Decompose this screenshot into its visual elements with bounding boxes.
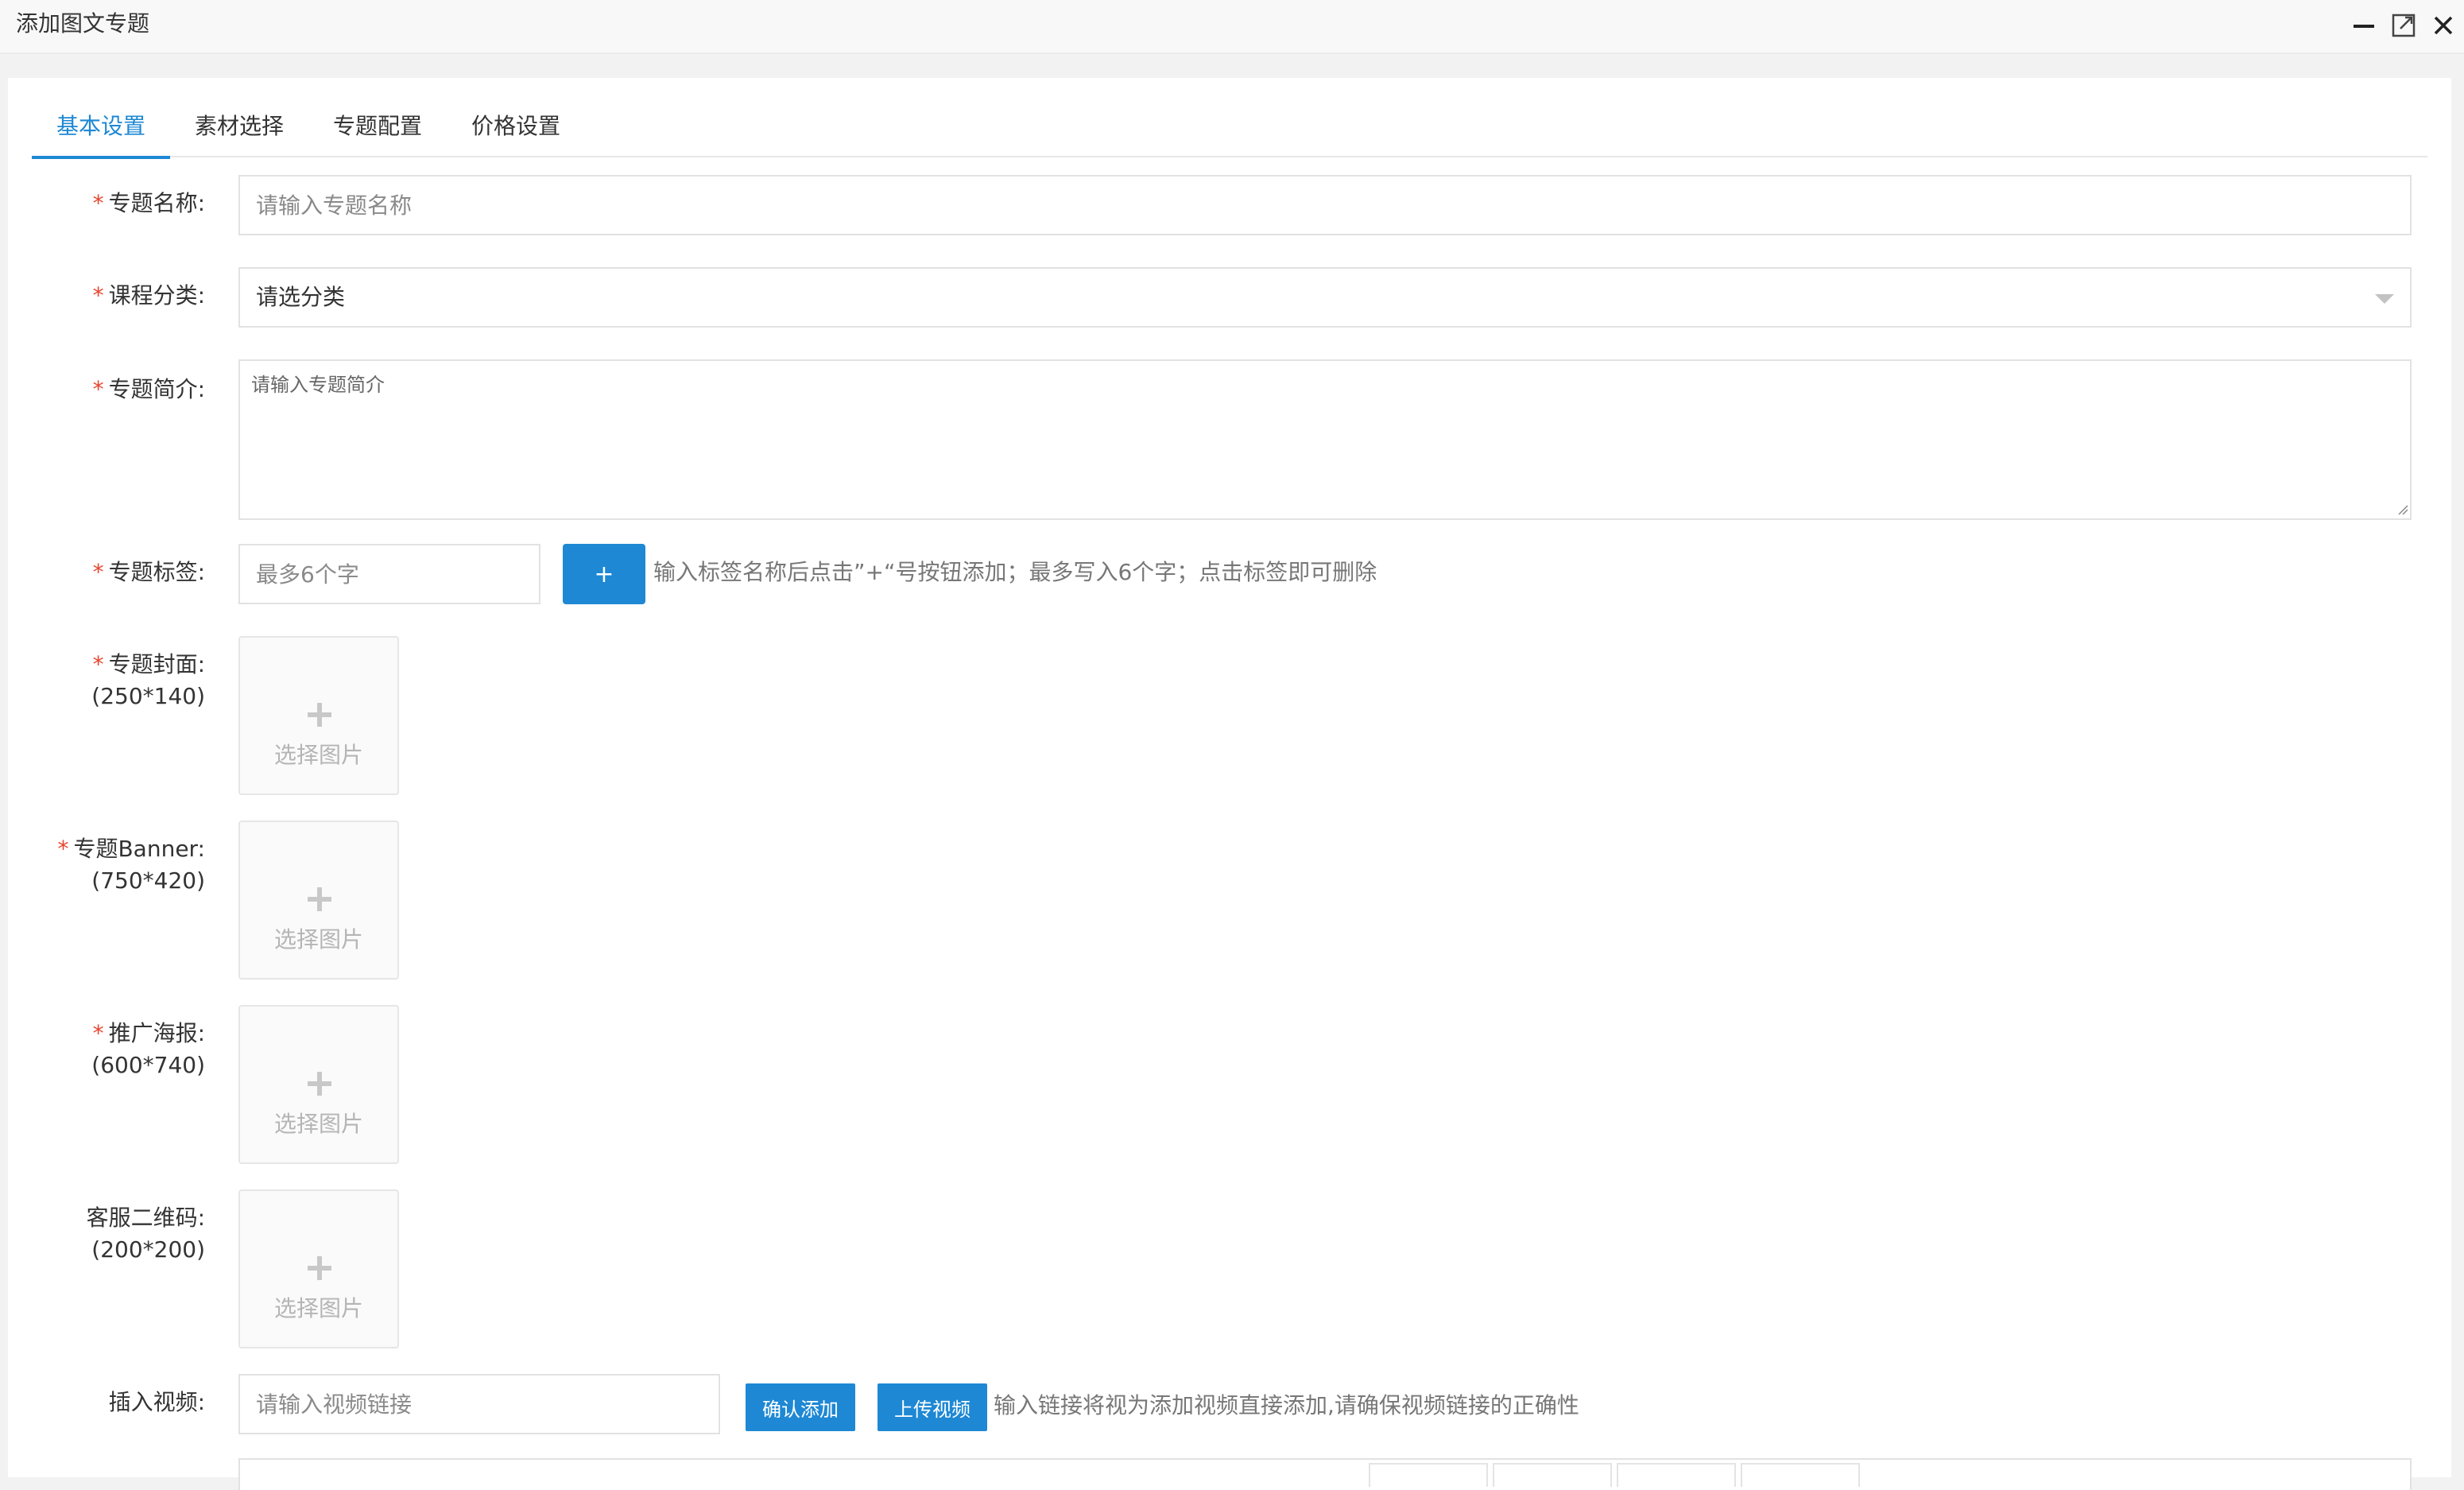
rich-text-editor[interactable]: [238, 1458, 2412, 1490]
plus-icon: [308, 1256, 331, 1280]
intro-textarea[interactable]: [238, 359, 2412, 520]
resize-grip-icon[interactable]: [2397, 504, 2408, 515]
editor-toolbar-control[interactable]: [1617, 1463, 1736, 1487]
category-label: * 课程分类:: [92, 282, 205, 308]
editor-toolbar-control[interactable]: [1493, 1463, 1612, 1487]
poster-image-uploader[interactable]: 选择图片: [238, 1005, 399, 1164]
video-label: 插入视频:: [108, 1389, 205, 1415]
close-icon[interactable]: [2429, 11, 2458, 40]
upload-text: 选择图片: [273, 926, 363, 953]
video-hint: 输入链接将视为添加视频直接添加,请确保视频链接的正确性: [994, 1392, 1579, 1418]
editor-toolbar-control[interactable]: [1369, 1463, 1488, 1487]
video-link-input[interactable]: [238, 1374, 720, 1434]
tab-basic-settings[interactable]: 基本设置: [32, 108, 170, 159]
minimize-icon[interactable]: [2350, 11, 2378, 40]
qrcode-label: 客服二维码: (200*200): [86, 1205, 205, 1263]
maximize-icon[interactable]: [2389, 11, 2418, 40]
plus-icon: [308, 1072, 331, 1096]
category-select[interactable]: 请选分类: [238, 267, 2412, 328]
upload-text: 选择图片: [273, 1295, 363, 1321]
topic-name-label: * 专题名称:: [92, 190, 205, 216]
required-mark: *: [57, 836, 69, 862]
tab-price-settings[interactable]: 价格设置: [447, 108, 585, 157]
window-title-bar: 添加图文专题: [0, 0, 2464, 54]
required-mark: *: [92, 376, 104, 402]
upload-text: 选择图片: [273, 1111, 363, 1137]
window-title: 添加图文专题: [16, 10, 150, 37]
intro-label: * 专题简介:: [92, 376, 205, 402]
required-mark: *: [92, 190, 104, 216]
qrcode-image-uploader[interactable]: 选择图片: [238, 1189, 399, 1348]
tag-input[interactable]: [238, 544, 540, 604]
upload-video-button[interactable]: 上传视频: [878, 1383, 987, 1431]
required-mark: *: [92, 559, 104, 585]
upload-text: 选择图片: [273, 742, 363, 768]
tab-material-selection[interactable]: 素材选择: [170, 108, 308, 157]
banner-label: * 专题Banner: (750*420): [57, 836, 205, 894]
dialog-content: 基本设置 素材选择 专题配置 价格设置 *专题名称: *课程分类: 请选分类 *…: [8, 78, 2451, 1490]
tab-bar: 基本设置 素材选择 专题配置 价格设置: [32, 108, 2427, 159]
confirm-add-video-button[interactable]: 确认添加: [746, 1383, 855, 1431]
banner-image-uploader[interactable]: 选择图片: [238, 821, 399, 980]
cover-image-uploader[interactable]: 选择图片: [238, 636, 399, 795]
poster-label: * 推广海报: (600*740): [91, 1020, 205, 1078]
tags-label: * 专题标签:: [92, 559, 205, 585]
tab-topic-config[interactable]: 专题配置: [308, 108, 447, 157]
required-mark: *: [92, 282, 104, 308]
chevron-down-icon: [2375, 294, 2394, 304]
topic-name-input[interactable]: [238, 175, 2412, 235]
required-mark: *: [92, 1020, 104, 1046]
category-selected-value: 请选分类: [256, 284, 346, 310]
plus-icon: [308, 703, 331, 727]
editor-toolbar-control[interactable]: [1741, 1463, 1860, 1487]
add-tag-button[interactable]: +: [563, 544, 645, 604]
plus-icon: [308, 887, 331, 911]
tags-hint: 输入标签名称后点击”+“号按钮添加；最多写入6个字；点击标签即可删除: [653, 559, 1377, 585]
cover-label: * 专题封面: (250*140): [91, 651, 205, 709]
required-mark: *: [92, 651, 104, 677]
